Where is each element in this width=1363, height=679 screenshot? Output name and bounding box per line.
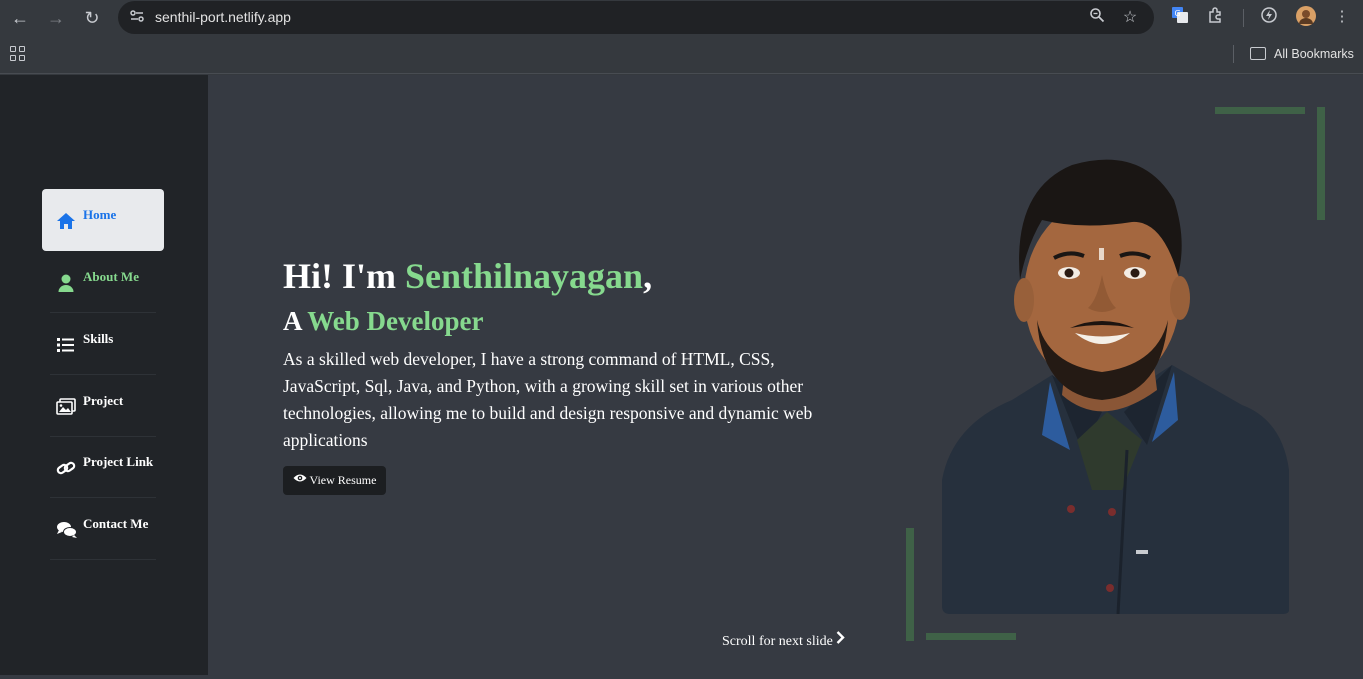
hero-name: Senthilnayagan bbox=[405, 256, 644, 296]
svg-text:G: G bbox=[1175, 9, 1181, 18]
sidebar-item-project-link[interactable]: Project Link bbox=[42, 436, 164, 498]
hero-subheading: A Web Developer bbox=[283, 306, 484, 337]
sidebar-item-label: Skills bbox=[83, 331, 114, 346]
corner-decoration-left bbox=[906, 528, 914, 641]
browser-toolbar: ← → ↻ senthil-port.netlify.app ☆ G ⋮ bbox=[0, 0, 1363, 36]
sidebar-item-home[interactable]: Home bbox=[42, 189, 164, 251]
sidebar-item-label: Contact Me bbox=[83, 516, 149, 531]
user-icon bbox=[56, 273, 76, 293]
role-prefix: A bbox=[283, 306, 308, 336]
hero-description: As a skilled web developer, I have a str… bbox=[283, 349, 813, 450]
reload-icon[interactable]: ↻ bbox=[80, 6, 104, 30]
url-text[interactable]: senthil-port.netlify.app bbox=[155, 9, 291, 25]
profile-photo bbox=[942, 150, 1289, 615]
sidebar-item-project[interactable]: Project bbox=[42, 375, 164, 437]
bookmark-star-icon[interactable]: ☆ bbox=[1119, 7, 1141, 29]
images-icon bbox=[56, 397, 76, 417]
sidebar-item-label: Project Link bbox=[83, 454, 154, 469]
zoom-icon[interactable] bbox=[1086, 7, 1108, 29]
profile-avatar[interactable] bbox=[1295, 6, 1317, 28]
bookmarks-divider bbox=[1233, 45, 1234, 63]
hero-role: Web Developer bbox=[307, 306, 484, 336]
bookmarks-bar: All Bookmarks bbox=[0, 36, 1363, 74]
browser-chrome: ← → ↻ senthil-port.netlify.app ☆ G ⋮ All… bbox=[0, 0, 1363, 75]
comments-icon bbox=[56, 520, 77, 540]
greeting-prefix: Hi! I'm bbox=[283, 256, 405, 296]
site-info-icon[interactable] bbox=[128, 8, 146, 26]
corner-decoration-right bbox=[1317, 107, 1325, 220]
apps-grid-icon[interactable] bbox=[10, 46, 26, 62]
scroll-next-link[interactable]: Scroll for next slide bbox=[722, 631, 846, 650]
browser-menu-icon[interactable]: ⋮ bbox=[1331, 6, 1353, 28]
chevron-right-icon bbox=[836, 631, 846, 649]
corner-decoration-top bbox=[1215, 107, 1305, 114]
address-bar[interactable]: senthil-port.netlify.app ☆ bbox=[118, 1, 1154, 34]
sidebar-item-label: Home bbox=[83, 207, 117, 222]
forward-icon[interactable]: → bbox=[44, 6, 68, 30]
view-resume-label: View Resume bbox=[309, 473, 377, 487]
all-bookmarks-link[interactable]: All Bookmarks bbox=[1274, 47, 1354, 61]
sidebar-item-label: About Me bbox=[83, 269, 139, 284]
sidebar-item-contact-me[interactable]: Contact Me bbox=[42, 498, 164, 560]
view-resume-button[interactable]: View Resume bbox=[283, 466, 386, 495]
sidebar-item-skills[interactable]: Skills bbox=[42, 313, 164, 375]
sidebar-item-label: Project bbox=[83, 393, 124, 408]
link-icon bbox=[56, 458, 76, 478]
sidebar-item-about-me[interactable]: About Me bbox=[42, 251, 164, 313]
nav-divider bbox=[50, 559, 156, 560]
portfolio-page: Home About Me Skills Project Project Lin… bbox=[0, 75, 1363, 675]
performance-icon[interactable] bbox=[1258, 6, 1280, 28]
folder-icon[interactable] bbox=[1250, 47, 1266, 60]
scroll-next-label: Scroll for next slide bbox=[722, 634, 833, 649]
sidebar-nav: Home About Me Skills Project Project Lin… bbox=[0, 75, 208, 675]
hero-heading: Hi! I'm Senthilnayagan, bbox=[283, 255, 652, 297]
extensions-icon[interactable] bbox=[1205, 6, 1227, 28]
toolbar-divider bbox=[1243, 9, 1244, 27]
eye-icon bbox=[293, 465, 307, 494]
list-icon bbox=[56, 335, 76, 355]
back-icon[interactable]: ← bbox=[8, 6, 32, 30]
greeting-suffix: , bbox=[643, 256, 653, 296]
corner-decoration-bottom bbox=[926, 633, 1016, 640]
home-icon bbox=[56, 211, 76, 231]
google-translate-icon[interactable]: G bbox=[1169, 6, 1191, 28]
